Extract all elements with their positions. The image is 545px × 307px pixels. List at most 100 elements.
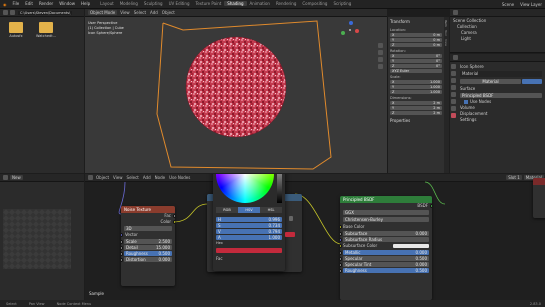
material-output-node[interactable] [533,178,545,218]
material-slot-row[interactable]: Material [460,71,542,77]
rot-x-field[interactable]: X 0° [390,54,442,58]
editor-type-icon[interactable] [3,175,8,180]
bsdf-input-socket[interactable] [340,224,342,229]
noise-node-title[interactable]: Noise Texture [121,206,175,213]
bsdf-node-title[interactable]: Principled BSDF [340,196,432,203]
properties-type-icon[interactable] [453,55,458,60]
scale-x-field[interactable]: X 1.000 [390,80,442,84]
loc-x-field[interactable]: X0 m [390,33,442,37]
menu-help[interactable]: Help [78,1,93,6]
menu-render[interactable]: Render [36,1,56,6]
color-v-field[interactable]: V 0.794 [216,229,282,234]
output-tab-icon[interactable] [451,78,456,83]
rot-y-field[interactable]: Y 0° [390,59,442,63]
bsdf-specular-tint-field[interactable]: Specular Tint 0.000 [343,262,429,267]
bsdf-specular-field[interactable]: Specular 0.500 [343,256,429,261]
scale-y-field[interactable]: Y 1.000 [390,85,442,89]
color-mode-hsv[interactable]: HSV [238,207,260,213]
folder-item[interactable]: Watchedt... [34,22,58,38]
subsurface-color-swatch[interactable] [393,244,429,248]
material-name-field[interactable]: Material [460,79,521,84]
color-a-field[interactable]: A 1.000 [216,235,282,240]
scene-tab-icon[interactable] [451,85,456,90]
render-tab-icon[interactable] [451,71,456,76]
scene-selector[interactable]: Scene [499,2,517,7]
grid-icon[interactable] [378,64,383,69]
bsdf-metallic-field[interactable]: Metallic 0.000 [343,250,429,255]
eyedropper-icon[interactable] [289,216,293,221]
principled-bsdf-node[interactable]: Principled BSDF BSDF GGX Christensen-Bur… [340,196,432,300]
outliner-filter-icon[interactable] [453,10,458,15]
bsdf-subsurface-field[interactable]: Subsurface 0.000 [343,231,429,236]
outliner-item[interactable]: Light [453,36,542,42]
dims-z-field[interactable]: Z2 m [390,111,442,115]
subsurface-method-dropdown[interactable]: Christensen-Burley [343,217,429,222]
dims-y-field[interactable]: Y2 m [390,106,442,110]
camera-icon[interactable] [378,57,383,62]
zoom-icon[interactable] [378,43,383,48]
noise-distortion-field[interactable]: Distortion 0.000 [124,257,172,262]
value-slider[interactable] [277,174,282,203]
tool-tab-icon[interactable] [451,64,456,69]
menu-window[interactable]: Window [56,1,78,6]
noise-scale-field[interactable]: Scale 2.500 [124,239,172,244]
bsdf-input-socket[interactable] [340,237,342,242]
bsdf-input-socket[interactable] [340,262,342,267]
view-layer-selector[interactable]: View Layer [517,2,545,7]
noise-sphere[interactable] [186,37,286,137]
back-icon[interactable] [3,10,8,15]
noise-input-socket[interactable] [121,251,123,256]
noise-input-socket[interactable] [121,257,123,262]
rot-z-field[interactable]: Z 0° [390,64,442,68]
object-tab-icon[interactable] [451,99,456,104]
modifier-tab-icon[interactable] [451,106,456,111]
image-canvas[interactable] [3,209,71,269]
noise-input-socket[interactable] [121,245,123,250]
bsdf-input-socket[interactable] [340,268,342,273]
workspace-tab-animation[interactable]: Animation [247,1,273,6]
hand-icon[interactable] [378,50,383,55]
new-material-button[interactable] [522,79,542,84]
material-tab-icon[interactable] [451,113,456,118]
bsdf-input-socket[interactable] [340,231,342,236]
workspace-tab-layout[interactable]: Layout [97,1,117,6]
color-s-field[interactable]: S 0.734 [216,223,282,228]
forward-icon[interactable] [10,10,15,15]
noise-dimension-dropdown[interactable]: 3D [124,226,172,231]
file-path-field[interactable]: C:\Users\Steven\Documents\ [18,10,73,15]
color-picker-popup[interactable]: RGB HSV HSL H 0.996 S 0.734 V 0.794 A 1.000 Hex F… [213,174,285,271]
transform-section-header[interactable]: Transform [388,17,444,26]
bsdf-roughness-field[interactable]: Roughness 0.500 [343,268,429,273]
noise-input-socket[interactable] [121,239,123,244]
node-editor[interactable]: Object View Select Add Node Use Nodes Slot 1 … [85,174,545,300]
workspace-tab-modeling[interactable]: Modeling [117,1,141,6]
loc-z-field[interactable]: Z0 m [390,43,442,47]
workspace-tab-uv-editing[interactable]: UV Editing [166,1,193,6]
loc-y-field[interactable]: Y0 m [390,38,442,42]
surface-section-header[interactable]: Surface [460,86,542,92]
menu-file[interactable]: File [10,1,23,6]
world-tab-icon[interactable] [451,92,456,97]
dims-x-field[interactable]: X2 m [390,101,442,105]
scale-z-field[interactable]: Z 1.000 [390,90,442,94]
workspace-tab-shading[interactable]: Shading [224,1,247,6]
surface-shader-field[interactable]: Principled BSDF [460,93,542,98]
noise-detail-field[interactable]: Detail 15.000 [124,245,172,250]
properties-section-header[interactable]: Properties [388,116,444,125]
bsdf-output-socket[interactable] [430,204,432,208]
workspace-tab-scripting[interactable]: Scripting [330,1,354,6]
color-mode-rgb[interactable]: RGB [216,207,238,213]
color-mode-hsl[interactable]: HSL [260,207,282,213]
fac-output-socket[interactable] [173,214,175,218]
workspace-tab-rendering[interactable]: Rendering [273,1,299,6]
navigation-gizmo[interactable] [341,21,359,39]
bsdf-input-socket[interactable] [340,250,342,255]
folder-item[interactable]: Autosfx [4,22,28,38]
bsdf-input-socket[interactable] [340,243,342,248]
bsdf-subsurface-radius-field[interactable]: Subsurface Radius [343,237,429,242]
workspace-tab-compositing[interactable]: Compositing [299,1,330,6]
noise-texture-node[interactable]: Noise Texture Fac Color 3D Vector Scale 2… [121,206,175,286]
noise-roughness-field[interactable]: Roughness 0.500 [124,251,172,256]
settings-section-header[interactable]: Settings [460,117,542,123]
color-h-field[interactable]: H 0.996 [216,217,282,222]
